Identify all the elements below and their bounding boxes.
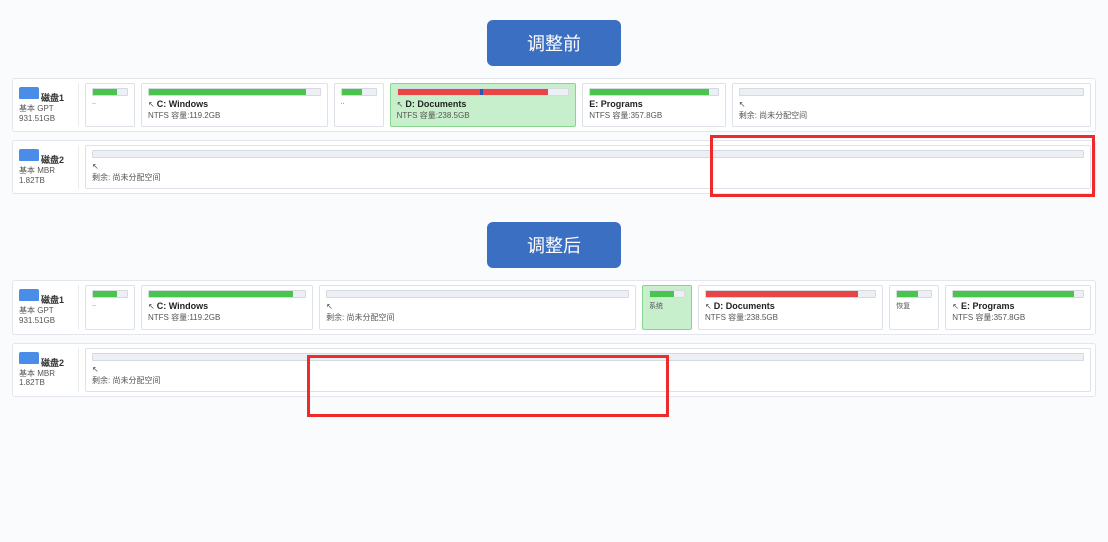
disk-sub2: 1.82TB <box>19 378 76 388</box>
part-free-info-a: 剩余: 尚未分配空间 <box>326 312 629 323</box>
part-e[interactable]: E: Programs NTFS 容量:357.8GB <box>582 83 725 127</box>
disk-sub2: 931.51GB <box>19 114 76 124</box>
part-e-info: NTFS 容量:357.8GB <box>589 110 718 121</box>
part-small-green-a[interactable]: 系统 <box>642 285 692 329</box>
arrow-icon: ↖ <box>952 302 959 311</box>
disk-icon <box>19 289 39 301</box>
part-free-disk2-a[interactable]: ↖ 剩余: 尚未分配空间 <box>85 348 1091 392</box>
part-d-name-a: D: Documents <box>714 301 775 311</box>
disk-sub2: 931.51GB <box>19 316 76 326</box>
part-d-info-a: NTFS 容量:238.5GB <box>705 312 876 323</box>
part-system-small-a[interactable]: .. <box>85 285 135 329</box>
arrow-icon: ↖ <box>148 100 155 109</box>
after-disk1-row: 磁盘1 基本 GPT 931.51GB .. ↖C: Windows NTFS … <box>12 280 1096 334</box>
title-after: 调整后 <box>487 222 621 268</box>
disk-label: 磁盘1 基本 GPT 931.51GB <box>17 285 79 329</box>
part-c-name: C: Windows <box>157 99 208 109</box>
arrow-icon: ↖ <box>705 302 712 311</box>
part-free-info: 剩余: 尚未分配空间 <box>739 110 1084 121</box>
part-free-after[interactable]: ↖ 剩余: 尚未分配空间 <box>319 285 636 329</box>
disk-title: 磁盘2 <box>41 358 64 368</box>
arrow-icon: ↖ <box>92 365 99 374</box>
disk-sub1: 基本 GPT <box>19 306 76 316</box>
part-small-last-a[interactable]: 恢复 <box>889 285 939 329</box>
arrow-icon: ↖ <box>92 162 99 171</box>
disk-icon <box>19 149 39 161</box>
part-d-selected[interactable]: ↖D: Documents NTFS 容量:238.5GB <box>390 83 577 127</box>
arrow-icon: ↖ <box>739 100 746 109</box>
part-d-after[interactable]: ↖D: Documents NTFS 容量:238.5GB <box>698 285 883 329</box>
disk-sub1: 基本 MBR <box>19 369 76 379</box>
arrow-icon: ↖ <box>397 100 404 109</box>
part-d-info: NTFS 容量:238.5GB <box>397 110 570 121</box>
title-before: 调整前 <box>487 20 621 66</box>
arrow-icon: ↖ <box>326 302 333 311</box>
disk-title: 磁盘1 <box>41 295 64 305</box>
part-e-info-a: NTFS 容量:357.8GB <box>952 312 1084 323</box>
disk-icon <box>19 87 39 99</box>
part-c-after[interactable]: ↖C: Windows NTFS 容量:119.2GB <box>141 285 313 329</box>
disk-title: 磁盘1 <box>41 93 64 103</box>
after-disk2-row: 磁盘2 基本 MBR 1.82TB ↖ 剩余: 尚未分配空间 <box>12 343 1096 397</box>
part-free-info2-a: 剩余: 尚未分配空间 <box>92 375 1084 386</box>
disk-sub1: 基本 MBR <box>19 166 76 176</box>
before-disk1-row: 磁盘1 基本 GPT 931.51GB .. ↖C: Windows NTFS … <box>12 78 1096 132</box>
disk-sub2: 1.82TB <box>19 176 76 186</box>
part-c-info: NTFS 容量:119.2GB <box>148 110 321 121</box>
disk-label: 磁盘2 基本 MBR 1.82TB <box>17 348 79 392</box>
part-small-mid[interactable]: .. <box>334 83 384 127</box>
part-c-name-a: C: Windows <box>157 301 208 311</box>
part-e-name-a: E: Programs <box>961 301 1015 311</box>
disk-label: 磁盘2 基本 MBR 1.82TB <box>17 145 79 189</box>
resize-marker[interactable] <box>480 88 483 96</box>
part-e-name: E: Programs <box>589 99 643 109</box>
part-free-info2: 剩余: 尚未分配空间 <box>92 172 1084 183</box>
part-d-name: D: Documents <box>405 99 466 109</box>
disk-sub1: 基本 GPT <box>19 104 76 114</box>
disk-icon <box>19 352 39 364</box>
disk-title: 磁盘2 <box>41 155 64 165</box>
part-system-small[interactable]: .. <box>85 83 135 127</box>
part-free-disk2[interactable]: ↖ 剩余: 尚未分配空间 <box>85 145 1091 189</box>
arrow-icon: ↖ <box>148 302 155 311</box>
before-disk2-row: 磁盘2 基本 MBR 1.82TB ↖ 剩余: 尚未分配空间 <box>12 140 1096 194</box>
part-e-after[interactable]: ↖E: Programs NTFS 容量:357.8GB <box>945 285 1091 329</box>
disk-label: 磁盘1 基本 GPT 931.51GB <box>17 83 79 127</box>
part-free[interactable]: ↖ 剩余: 尚未分配空间 <box>732 83 1091 127</box>
part-c-info-a: NTFS 容量:119.2GB <box>148 312 306 323</box>
part-c[interactable]: ↖C: Windows NTFS 容量:119.2GB <box>141 83 328 127</box>
